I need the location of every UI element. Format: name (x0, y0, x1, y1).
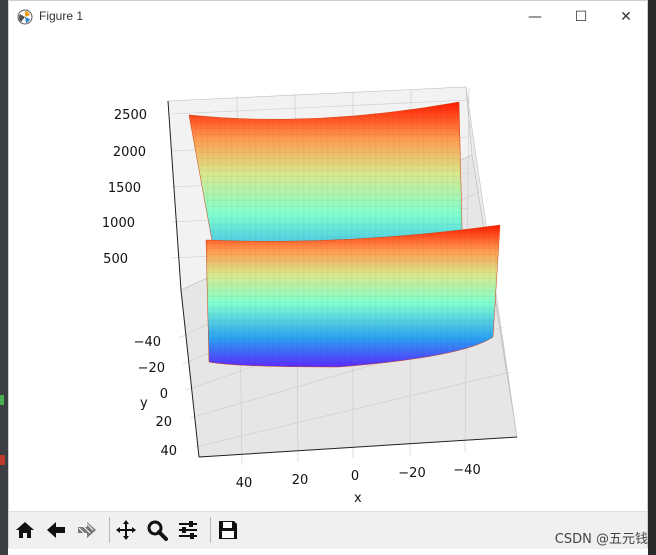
y-axis-label: y (140, 396, 148, 411)
toolbar-separator (109, 517, 110, 543)
plot-canvas[interactable]: 500 1000 1500 2000 2500 −40 −20 0 20 40 40 20 0 −20… (9, 32, 647, 511)
z-tick-label: 500 (103, 252, 128, 267)
matplotlib-app-icon (17, 9, 33, 25)
toolbar-separator (210, 517, 211, 543)
configure-subplots-button[interactable] (174, 516, 202, 544)
back-button[interactable] (42, 516, 70, 544)
window-title: Figure 1 (39, 9, 84, 23)
y-tick-label: −40 (134, 335, 161, 350)
forward-arrow-icon (78, 521, 96, 538)
csdn-watermark: CSDN @五元钱 (554, 532, 648, 547)
save-disk-icon (219, 521, 237, 539)
configure-subplots-icon (179, 521, 197, 539)
maximize-button[interactable]: ☐ (558, 1, 604, 32)
home-button[interactable] (11, 516, 39, 544)
y-tick-label: 20 (155, 415, 172, 430)
surface-plot[interactable]: 500 1000 1500 2000 2500 −40 −20 0 20 40 40 20 0 −20… (9, 32, 649, 511)
back-arrow-icon (47, 522, 65, 538)
pan-move-icon (116, 520, 136, 540)
pan-button[interactable] (112, 516, 140, 544)
surface-front-mesh (206, 225, 500, 367)
forward-button[interactable] (73, 516, 101, 544)
background-ide-left (0, 0, 8, 555)
y-tick-label: −20 (138, 361, 165, 376)
z-tick-label: 2500 (114, 108, 147, 123)
zoom-magnifier-icon (147, 520, 168, 541)
x-tick-label: −40 (453, 463, 480, 478)
x-tick-label: 20 (292, 473, 309, 488)
z-tick-label: 2000 (113, 145, 146, 160)
x-tick-label: −20 (398, 466, 425, 481)
background-ide-right (648, 0, 656, 555)
figure-window: Figure 1 — ☐ ✕ 500 1000 1500 2000 2500 −… (8, 0, 648, 549)
title-bar: Figure 1 — ☐ ✕ (9, 1, 647, 32)
y-tick-label: 0 (160, 387, 168, 402)
z-tick-label: 1500 (108, 181, 141, 196)
minimize-button[interactable]: — (512, 1, 558, 32)
x-tick-label: 40 (236, 476, 253, 491)
x-tick-label: 0 (351, 469, 359, 484)
close-button[interactable]: ✕ (603, 1, 649, 32)
x-axis-label: x (354, 491, 362, 506)
z-tick-label: 1000 (102, 216, 135, 231)
home-icon (16, 522, 34, 538)
save-button[interactable] (214, 516, 242, 544)
zoom-button[interactable] (143, 516, 171, 544)
navigation-toolbar (9, 511, 647, 549)
y-tick-label: 40 (160, 444, 177, 459)
